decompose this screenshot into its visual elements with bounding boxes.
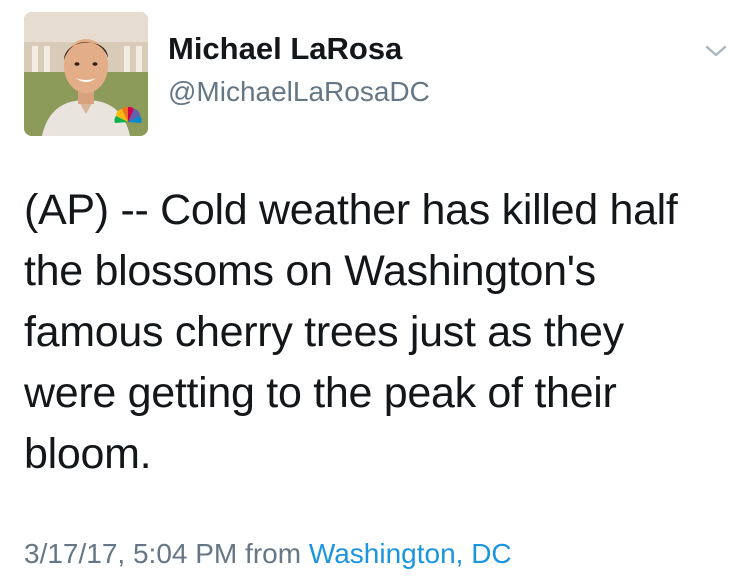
tweet-meta: 3/17/17, 5:04 PM from Washington, DC	[24, 534, 512, 574]
tweet-text-line: (AP) -- Cold weather has killed half	[24, 186, 678, 234]
timestamp[interactable]: 3/17/17, 5:04 PM	[24, 538, 237, 569]
tweet-text-line: bloom.	[24, 430, 152, 478]
tweet-text: (AP) -- Cold weather has killed half the…	[24, 180, 734, 485]
tweet-menu-button[interactable]	[704, 42, 728, 60]
tweet-card: Michael LaRosa @MichaelLaRosaDC (AP) -- …	[0, 0, 750, 588]
tweet-text-line: the blossoms on Washington's	[24, 247, 596, 295]
tweet-text-line: were getting to the peak of their	[24, 369, 617, 417]
location-link[interactable]: Washington, DC	[309, 538, 512, 569]
from-label: from	[245, 538, 302, 569]
profile-photo	[24, 12, 148, 136]
user-handle[interactable]: @MichaelLaRosaDC	[168, 74, 430, 110]
avatar[interactable]	[24, 12, 148, 136]
author-names: Michael LaRosa @MichaelLaRosaDC	[168, 30, 430, 110]
chevron-down-icon	[705, 45, 727, 57]
display-name[interactable]: Michael LaRosa	[168, 30, 430, 68]
tweet-text-line: famous cherry trees just as they	[24, 308, 624, 356]
